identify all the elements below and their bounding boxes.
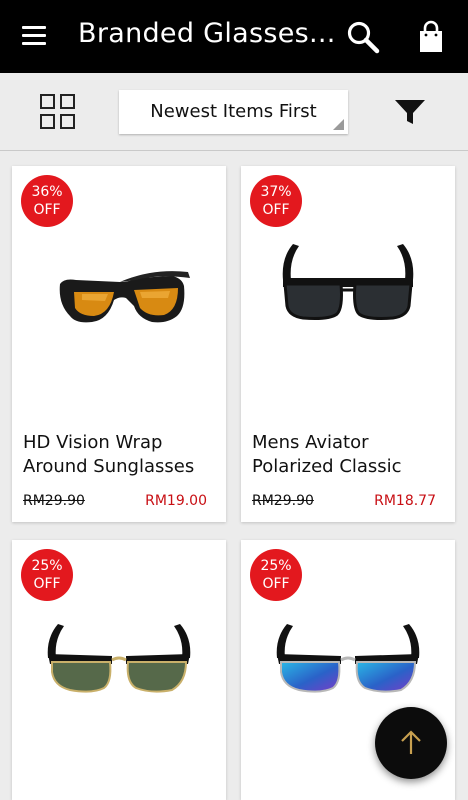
scroll-to-top-button[interactable]	[375, 707, 447, 779]
sort-dropdown[interactable]: Newest Items First	[119, 90, 348, 134]
discount-percent: 25%	[31, 558, 63, 574]
menu-icon[interactable]	[20, 24, 50, 48]
discount-percent: 37%	[260, 184, 292, 200]
sale-price: RM18.77	[374, 493, 436, 509]
discount-off: OFF	[33, 576, 61, 592]
page-title: Branded Glasses...	[78, 18, 336, 49]
discount-badge: 25% OFF	[250, 549, 302, 601]
discount-off: OFF	[33, 202, 61, 218]
original-price: RM29.90	[23, 493, 85, 509]
filter-icon[interactable]	[394, 97, 426, 127]
sort-dropdown-label: Newest Items First	[150, 101, 317, 122]
product-image	[59, 271, 190, 323]
product-image	[47, 624, 191, 693]
grid-view-icon[interactable]	[38, 92, 78, 132]
dropdown-corner-icon	[333, 119, 344, 130]
search-icon[interactable]	[346, 20, 380, 54]
original-price: RM29.90	[252, 493, 314, 509]
arrow-up-icon	[401, 730, 421, 754]
product-card[interactable]: 25% OFF	[12, 540, 226, 800]
app-bar: Branded Glasses...	[0, 0, 468, 73]
discount-badge: 25% OFF	[21, 549, 73, 601]
sort-filter-bar: Newest Items First	[0, 73, 468, 151]
discount-badge: 36% OFF	[21, 175, 73, 227]
discount-badge: 37% OFF	[250, 175, 302, 227]
product-name: Mens Aviator Polarized Classic	[252, 432, 402, 477]
product-card[interactable]: 37% OFF Mens Aviator Polarized Classic R…	[241, 166, 455, 522]
discount-off: OFF	[262, 576, 290, 592]
product-card[interactable]: 36% OFF HD Vision Wrap Around Sunglasses…	[12, 166, 226, 522]
discount-percent: 25%	[260, 558, 292, 574]
product-image	[282, 244, 414, 320]
discount-off: OFF	[262, 202, 290, 218]
shopping-bag-icon[interactable]	[416, 20, 446, 54]
product-name: HD Vision Wrap Around Sunglasses	[23, 432, 195, 477]
discount-percent: 36%	[31, 184, 63, 200]
sale-price: RM19.00	[145, 493, 207, 509]
